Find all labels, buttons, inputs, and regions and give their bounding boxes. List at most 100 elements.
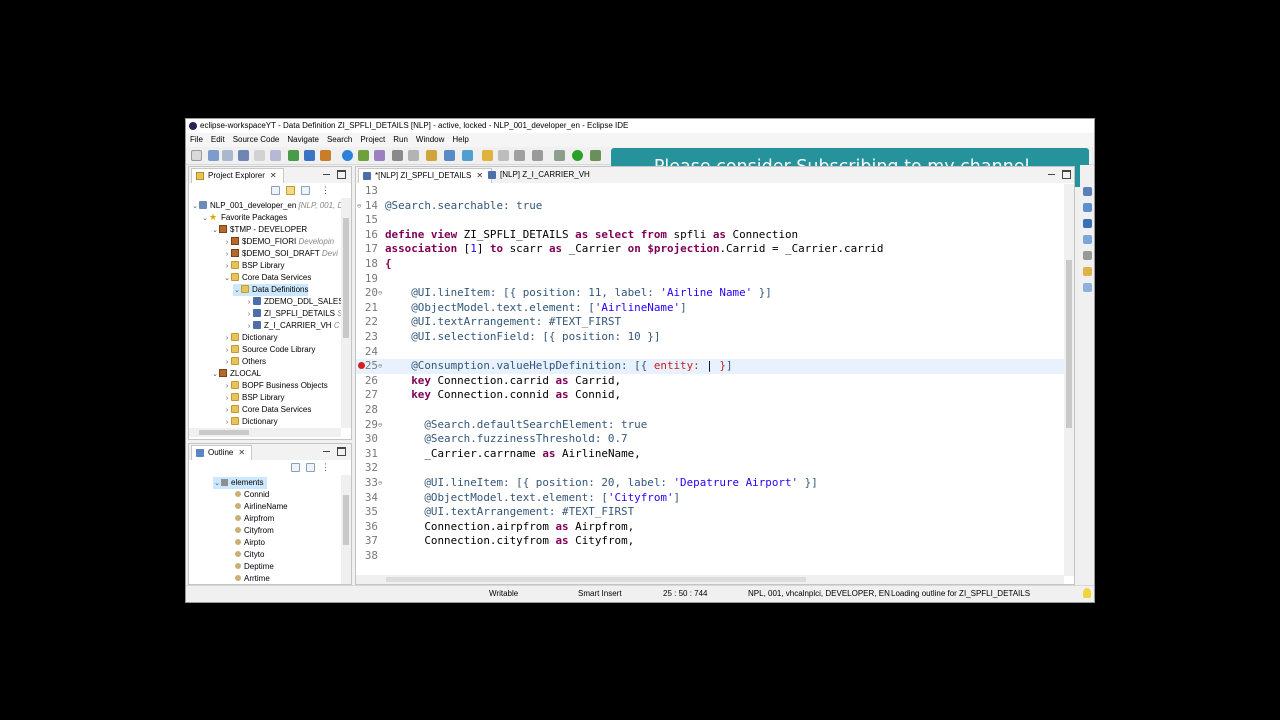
fold-icon[interactable]: ⊖ — [378, 476, 382, 491]
templates-icon[interactable] — [1083, 283, 1092, 292]
tab-zi-spfli-details[interactable]: *[NLP] ZI_SPFLI_DETAILS ✕ — [358, 168, 493, 183]
lightbulb-icon[interactable] — [1083, 588, 1091, 598]
explorer-horizontal-scrollbar[interactable] — [189, 428, 341, 437]
outline-icon[interactable] — [1083, 187, 1092, 196]
tree-item[interactable]: ⌄ Core Data Services — [223, 272, 311, 284]
link-editor-icon[interactable] — [286, 186, 295, 195]
tree-item[interactable]: › $DEMO_FIORI Developin — [223, 236, 334, 248]
tree-item[interactable]: › ZI_SPFLI_DETAILS S — [245, 308, 343, 320]
tree-item[interactable]: ⌄ $TMP - DEVELOPER — [211, 224, 307, 236]
fold-icon[interactable]: ⊖ — [357, 199, 361, 214]
tab-outline[interactable]: Outline ✕ — [191, 445, 253, 460]
menu-help[interactable]: Help — [448, 133, 472, 147]
minimize-icon[interactable] — [1047, 170, 1056, 179]
tree-item[interactable]: › Dictionary — [223, 332, 278, 344]
menu-source-code[interactable]: Source Code — [229, 133, 284, 147]
tree-item[interactable]: › ZDEMO_DDL_SALES — [245, 296, 344, 308]
close-icon[interactable]: ✕ — [270, 169, 277, 183]
outline-vertical-scrollbar[interactable] — [341, 475, 351, 584]
tree-item[interactable]: › BSP Library — [223, 260, 285, 272]
status-insert-mode[interactable]: Smart Insert — [578, 586, 622, 602]
new-object-icon[interactable] — [288, 150, 299, 161]
next-annotation-icon[interactable] — [498, 150, 509, 161]
external-tools-icon[interactable] — [590, 150, 601, 161]
menu-edit[interactable]: Edit — [207, 133, 229, 147]
filter-icon[interactable] — [301, 186, 310, 195]
outline-item[interactable]: Cityto — [235, 549, 264, 561]
tree-item[interactable]: › BSP Library — [223, 392, 285, 404]
view-menu-icon[interactable]: ⋮ — [321, 463, 330, 472]
fold-icon[interactable]: ⊖ — [378, 359, 382, 374]
menu-window[interactable]: Window — [412, 133, 448, 147]
maximize-icon[interactable] — [337, 447, 346, 456]
outline-item[interactable]: Cityfrom — [235, 525, 274, 537]
sort-icon[interactable] — [291, 463, 300, 472]
fold-icon[interactable]: ⊖ — [378, 286, 382, 301]
find-icon[interactable] — [392, 150, 403, 161]
explorer-vertical-scrollbar[interactable] — [341, 198, 351, 428]
properties-icon[interactable] — [1083, 203, 1092, 212]
settings-icon[interactable] — [554, 150, 565, 161]
close-icon[interactable]: ✕ — [238, 446, 245, 460]
code-editor[interactable]: 13 14 ⊖ @Search.searchable: true 15 16 defi… — [356, 184, 1074, 574]
check-icon[interactable] — [342, 150, 353, 161]
new-icon[interactable] — [191, 150, 202, 161]
tree-item[interactable]: › BOPF Business Objects — [223, 380, 328, 392]
open-object-icon[interactable] — [304, 150, 315, 161]
save-all-icon[interactable] — [222, 150, 233, 161]
tree-item[interactable]: ⌄ NLP_001_developer_en [NLP, 001, D — [191, 200, 343, 212]
tree-item[interactable]: › Dictionary — [223, 416, 278, 428]
scroll-thumb[interactable] — [386, 577, 806, 582]
scroll-thumb[interactable] — [199, 430, 249, 435]
collapse-all-icon[interactable] — [271, 186, 280, 195]
editor-vertical-scrollbar[interactable] — [1064, 184, 1074, 576]
toggle-mark-icon[interactable] — [444, 150, 455, 161]
where-used-icon[interactable] — [320, 150, 331, 161]
chevron-down-icon[interactable]: ⌄ — [223, 273, 231, 285]
outline-item[interactable]: Deptime — [235, 561, 274, 573]
tree-item[interactable]: ⌄ ZLOCAL — [211, 368, 261, 380]
tree-item[interactable]: › $DEMO_SOI_DRAFT Devi — [223, 248, 338, 260]
chevron-down-icon[interactable]: ⌄ — [233, 285, 241, 297]
abap-project-icon[interactable] — [270, 150, 281, 161]
outline-item[interactable]: Airpto — [235, 537, 265, 549]
outline-item[interactable]: Airpfrom — [235, 513, 274, 525]
chevron-down-icon[interactable]: ⌄ — [201, 213, 209, 225]
menu-run[interactable]: Run — [389, 133, 412, 147]
tree-item[interactable]: ⌄★ Favorite Packages — [201, 212, 287, 224]
activate-icon[interactable] — [358, 150, 369, 161]
tree-item[interactable]: › Z_I_CARRIER_VH C — [245, 320, 340, 332]
menu-project[interactable]: Project — [356, 133, 389, 147]
maximize-icon[interactable] — [337, 170, 346, 179]
pin-icon[interactable] — [514, 150, 525, 161]
save-icon[interactable] — [208, 150, 219, 161]
tree-item-selected[interactable]: ⌄ Data Definitions — [233, 284, 309, 297]
menu-navigate[interactable]: Navigate — [283, 133, 323, 147]
tree-item[interactable]: › Others — [223, 356, 266, 368]
scroll-thumb[interactable] — [1066, 260, 1072, 428]
show-whitespace-icon[interactable] — [532, 150, 543, 161]
editor-horizontal-scrollbar[interactable] — [356, 575, 1064, 584]
menu-file[interactable]: File — [186, 133, 207, 147]
feed-icon[interactable] — [1083, 251, 1092, 260]
scroll-thumb[interactable] — [343, 218, 349, 338]
maximize-icon[interactable] — [1062, 170, 1071, 179]
prev-annotation-icon[interactable] — [482, 150, 493, 161]
menu-search[interactable]: Search — [323, 133, 356, 147]
chevron-down-icon[interactable]: ⌄ — [211, 225, 219, 237]
transport-icon[interactable] — [1083, 235, 1092, 244]
tree-item[interactable]: › Core Data Services — [223, 404, 311, 416]
chevron-down-icon[interactable]: ⌄ — [211, 369, 219, 381]
minimize-icon[interactable] — [322, 447, 331, 456]
scroll-thumb[interactable] — [343, 495, 349, 545]
search-icon[interactable] — [408, 150, 419, 161]
close-icon[interactable]: ✕ — [476, 169, 483, 183]
chevron-down-icon[interactable]: ⌄ — [191, 201, 199, 213]
collapse-all-icon[interactable] — [306, 463, 315, 472]
tab-project-explorer[interactable]: Project Explorer ✕ — [191, 168, 284, 183]
print-icon[interactable] — [254, 150, 265, 161]
bookmarks-icon[interactable] — [1083, 267, 1092, 276]
tab-z-i-carrier-vh[interactable]: [NLP] Z_I_CARRIER_VH — [484, 168, 596, 183]
outline-item[interactable]: Connid — [235, 489, 269, 501]
view-menu-icon[interactable]: ⋮ — [321, 186, 330, 195]
